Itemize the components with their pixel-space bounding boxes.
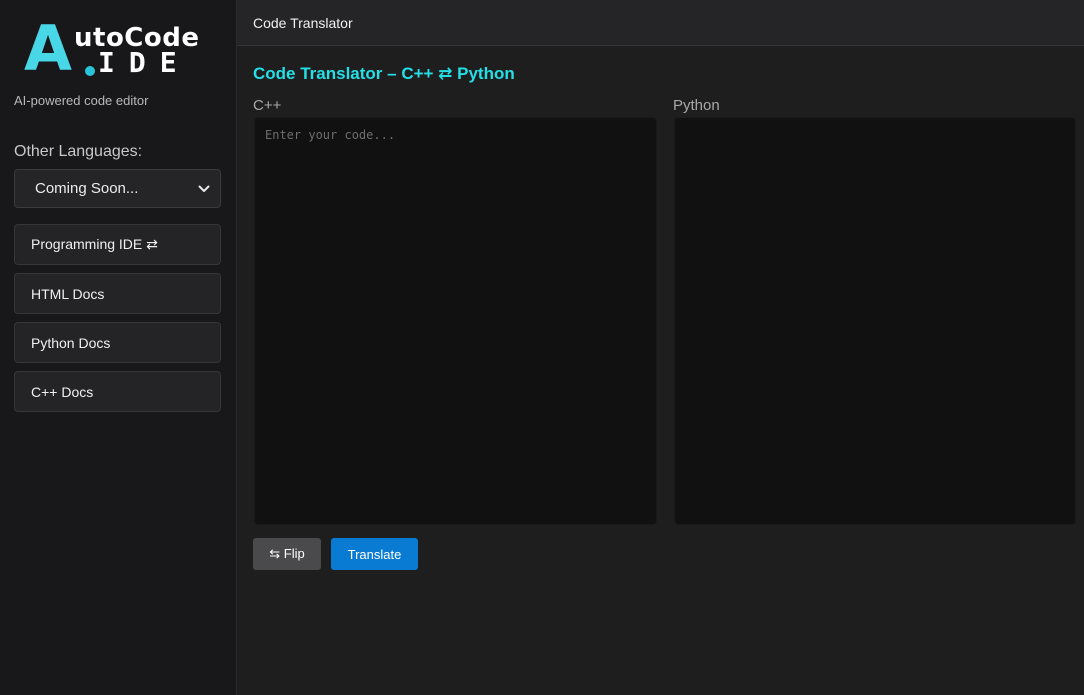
sidebar-item-label: Programming IDE ⇄ — [31, 236, 158, 252]
app-window: A utoCode IDE AI-powered code editor Oth… — [0, 0, 1084, 695]
target-language-label: Python — [673, 97, 720, 114]
logo-dot — [85, 66, 95, 76]
chevron-down-icon — [198, 185, 210, 192]
translate-button[interactable]: Translate — [331, 538, 418, 570]
flip-button[interactable]: ⇆ Flip — [253, 538, 321, 570]
autocode-ide-logo[interactable]: A utoCode IDE — [24, 18, 214, 82]
logo-big-letter: A — [24, 12, 72, 85]
topbar-title: Code Translator — [253, 14, 353, 31]
source-code-input[interactable] — [255, 118, 656, 524]
sidebar-item-cpp-docs[interactable]: C++ Docs — [14, 371, 221, 412]
tagline: AI-powered code editor — [14, 93, 149, 108]
target-code-output[interactable] — [675, 118, 1075, 524]
source-language-label: C++ — [253, 97, 282, 114]
sidebar: A utoCode IDE AI-powered code editor Oth… — [0, 0, 237, 695]
target-code-pane — [674, 117, 1076, 525]
sidebar-item-label: C++ Docs — [31, 383, 94, 400]
main-content: Code Translator Code Translator – C++ ⇄ … — [237, 0, 1084, 695]
other-languages-label: Other Languages: — [14, 143, 143, 160]
source-code-pane — [254, 117, 657, 525]
language-select-value: Coming Soon... — [35, 180, 139, 197]
logo-bottom-text: IDE — [98, 46, 191, 79]
sidebar-item-programming-ide[interactable]: Programming IDE ⇄ — [14, 224, 221, 265]
language-select[interactable]: Coming Soon... — [14, 169, 221, 208]
page-title: Code Translator – C++ ⇄ Python — [253, 64, 515, 83]
sidebar-item-html-docs[interactable]: HTML Docs — [14, 273, 221, 314]
sidebar-item-python-docs[interactable]: Python Docs — [14, 322, 221, 363]
sidebar-item-label: HTML Docs — [31, 285, 105, 302]
topbar: Code Translator — [237, 0, 1084, 46]
sidebar-item-label: Python Docs — [31, 334, 111, 351]
